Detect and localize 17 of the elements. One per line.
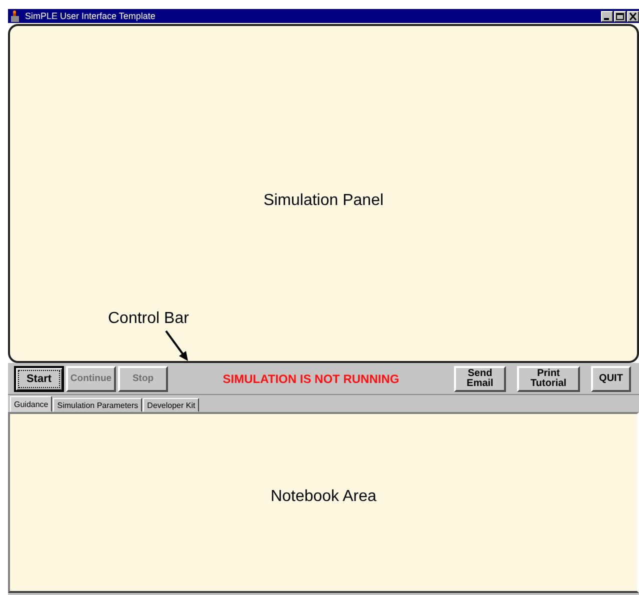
- status-message: SIMULATION IS NOT RUNNING: [222, 372, 400, 386]
- notebook-label: Notebook Area: [270, 488, 376, 505]
- notebook-tab[interactable]: Guidance: [10, 396, 52, 412]
- toolbar-button[interactable]: QUIT: [591, 366, 631, 392]
- panel-label: Simulation Panel: [263, 192, 384, 209]
- annotation-label: Control Bar: [108, 310, 189, 328]
- maximize-icon[interactable]: [614, 10, 626, 22]
- window-title: SimPLE User Interface Template: [25, 11, 156, 21]
- minimize-icon[interactable]: [601, 10, 613, 22]
- app-icon: [10, 10, 22, 22]
- toolbar-button[interactable]: Print Tutorial: [517, 366, 580, 392]
- pointer-arrow: [165, 330, 188, 361]
- toolbar-button[interactable]: Send Email: [454, 366, 506, 392]
- notebook-tab[interactable]: Developer Kit: [143, 398, 200, 412]
- notebook-tab[interactable]: Simulation Parameters: [53, 398, 142, 412]
- close-icon[interactable]: [627, 10, 639, 22]
- toolbar-button[interactable]: Start: [14, 366, 64, 392]
